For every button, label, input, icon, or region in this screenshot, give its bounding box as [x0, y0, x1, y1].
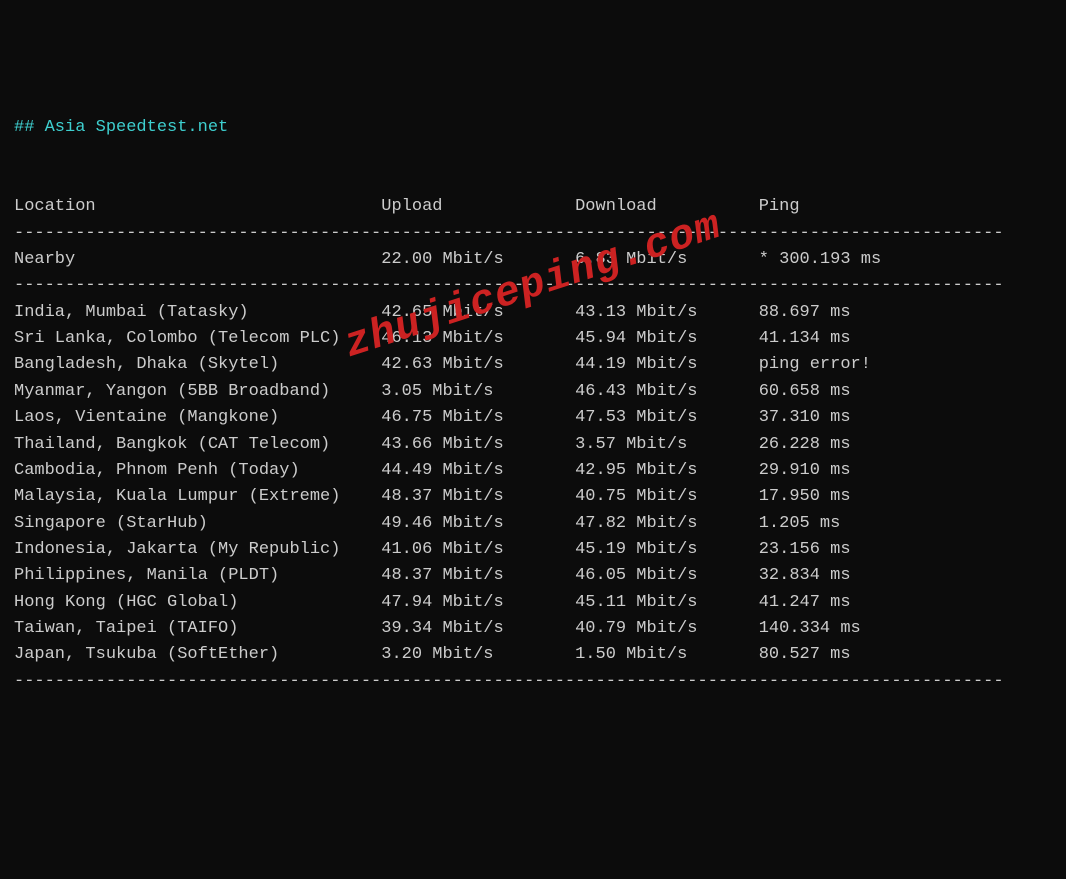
section-header: ## Asia Speedtest.net [14, 118, 228, 137]
terminal-output: Location Upload Download Ping ----------… [14, 168, 1052, 695]
